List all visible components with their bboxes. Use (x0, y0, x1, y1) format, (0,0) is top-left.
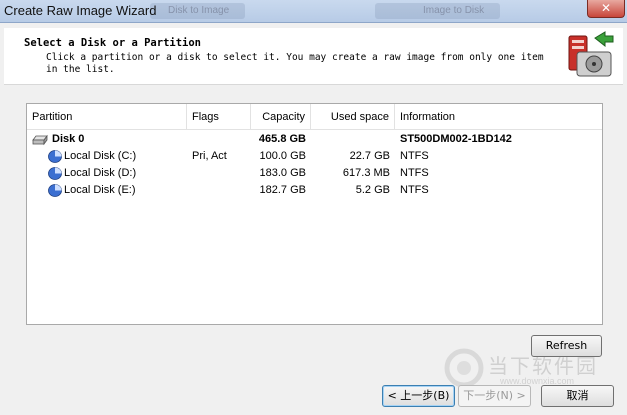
partition-name: Local Disk (E:) (64, 184, 136, 196)
refresh-button[interactable]: Refresh (531, 335, 602, 357)
partition-information: ST500DM002-1BD142 (400, 133, 512, 145)
watermark-logo-icon (444, 348, 484, 388)
back-button[interactable]: < 上一步(B) (382, 385, 455, 407)
partition-information: NTFS (400, 184, 429, 196)
partition-name: Disk 0 (52, 133, 85, 145)
partition-information: NTFS (400, 150, 429, 162)
partition-flags: Pri, Act (192, 150, 227, 162)
raw-image-wizard-icon (568, 31, 614, 77)
column-header-flags[interactable]: Flags (187, 104, 251, 130)
background-tab-label: Image to Disk (423, 5, 485, 16)
column-header-used-space[interactable]: Used space (311, 104, 395, 130)
table-row[interactable]: Local Disk (E:) 182.7 GB 5.2 GB NTFS (27, 182, 602, 199)
partition-used-space (311, 131, 390, 148)
next-button[interactable]: 下一步(N) > (458, 385, 531, 407)
partition-icon (48, 167, 62, 180)
background-tab-label: Disk to Image (168, 5, 230, 16)
column-header-partition[interactable]: Partition (27, 104, 187, 130)
page-description: Click a partition or a disk to select it… (46, 52, 544, 75)
partition-capacity: 465.8 GB (258, 133, 306, 145)
title-bar: Disk to Image Image to Disk Create Raw I… (0, 0, 627, 23)
partition-icon (48, 150, 62, 163)
background-tab: Disk to Image (150, 3, 245, 19)
table-row[interactable]: Local Disk (D:) 183.0 GB 617.3 MB NTFS (27, 165, 602, 182)
list-header: Partition Flags Capacity Used space Info… (27, 104, 602, 130)
column-header-information[interactable]: Information (395, 104, 602, 130)
partition-icon (48, 184, 62, 197)
partition-list[interactable]: Partition Flags Capacity Used space Info… (26, 103, 603, 325)
partition-name: Local Disk (D:) (64, 167, 137, 179)
window-title: Create Raw Image Wizard (4, 3, 157, 18)
cancel-button[interactable]: 取消 (541, 385, 614, 407)
partition-capacity: 183.0 GB (259, 167, 306, 179)
partition-capacity: 182.7 GB (259, 184, 306, 196)
close-button[interactable]: ✕ (587, 0, 625, 18)
partition-used-space: 5.2 GB (355, 184, 390, 196)
background-tab: Image to Disk (375, 3, 500, 19)
partition-used-space: 22.7 GB (349, 150, 390, 162)
table-row[interactable]: Disk 0 465.8 GB ST500DM002-1BD142 (27, 131, 602, 148)
partition-name: Local Disk (C:) (64, 150, 137, 162)
table-row[interactable]: Local Disk (C:) Pri, Act 100.0 GB 22.7 G… (27, 148, 602, 165)
column-header-capacity[interactable]: Capacity (251, 104, 311, 130)
partition-used-space: 617.3 MB (342, 167, 390, 179)
partition-information: NTFS (400, 167, 429, 179)
wizard-header: Select a Disk or a Partition Click a par… (4, 28, 623, 85)
hard-disk-icon (32, 134, 48, 146)
close-icon: ✕ (600, 1, 612, 15)
page-title: Select a Disk or a Partition (24, 37, 202, 49)
partition-capacity: 100.0 GB (259, 150, 306, 162)
